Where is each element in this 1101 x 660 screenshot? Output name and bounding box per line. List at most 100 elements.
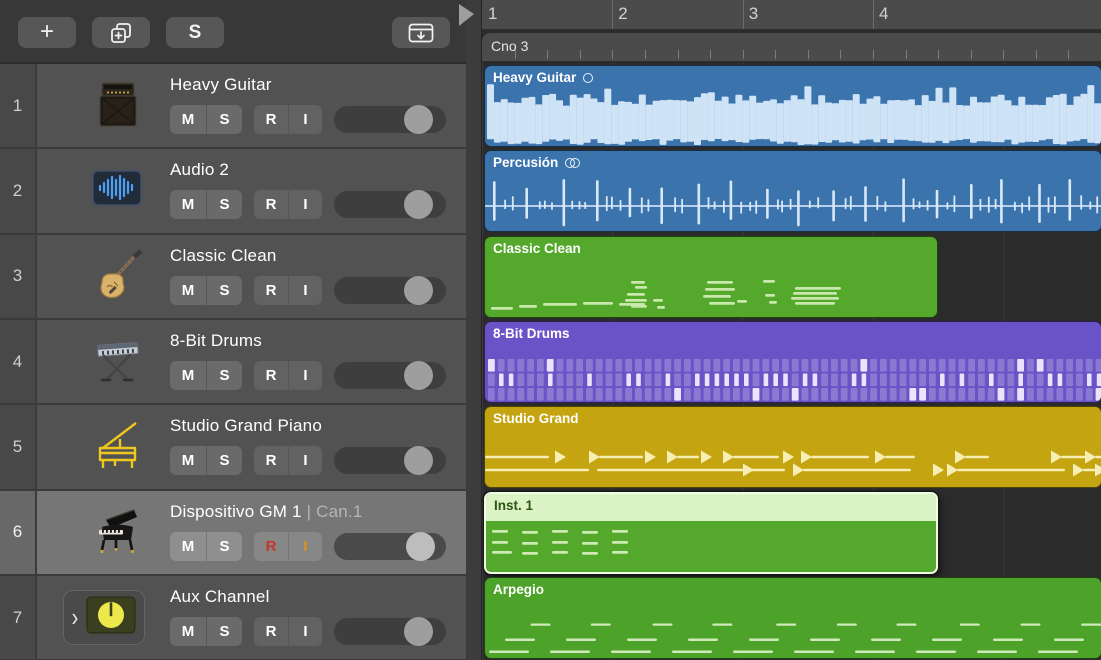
volume-knob[interactable] [404,105,433,134]
track-header-toolbar: + S [0,0,466,64]
track-header-4[interactable]: 4 8-Bit Drums M S R I [0,320,466,405]
input-monitor-button[interactable]: I [288,105,322,134]
record-enable-button[interactable]: R [254,105,288,134]
track-header-2[interactable]: 2 Audio 2 M S R I [0,149,466,234]
disclosure-chevron-icon[interactable]: › [72,605,79,631]
track-name[interactable]: 8-Bit Drums [170,331,262,351]
mute-button[interactable]: M [170,361,206,390]
track-header-config-button[interactable] [392,17,450,48]
record-enable-button[interactable]: R [254,190,288,219]
mute-button[interactable]: M [170,446,206,475]
track-icon [88,235,146,318]
volume-knob[interactable] [404,446,433,475]
region-arpegio[interactable]: Arpegio [484,577,1101,659]
volume-knob[interactable] [406,532,435,561]
region-8-bit-drums[interactable]: 8-Bit Drums [484,321,1101,403]
volume-slider[interactable] [334,362,446,389]
record-enable-button[interactable]: R [254,446,288,475]
track-header-3[interactable]: 3 Classic Clean M S R I [0,235,466,320]
track-header-6[interactable]: 6 Dispositivo GM 1 | Can.1 M S R I [0,491,466,576]
region-studio-grand[interactable]: Studio Grand [484,406,1101,488]
track-name[interactable]: Dispositivo GM 1 | Can.1 [170,502,363,522]
volume-knob[interactable] [404,276,433,305]
add-track-button[interactable]: + [18,17,76,48]
region-name: Heavy Guitar [493,70,593,85]
duplicate-track-button[interactable] [92,17,150,48]
marker-label: Cno 3 [491,38,528,54]
playhead-marker-icon[interactable] [459,4,474,26]
panel-divider[interactable] [466,0,481,660]
mute-button[interactable]: M [170,532,206,561]
marker-row[interactable]: Cno 3 [482,33,1101,62]
volume-knob[interactable] [404,617,433,646]
region-heavy-guitar[interactable]: Heavy Guitar [484,65,1101,147]
track-controls: M S R I [170,105,446,134]
plus-icon: + [40,20,54,44]
input-monitor-button[interactable]: I [288,276,322,305]
track-name[interactable]: Heavy Guitar [170,75,272,95]
record-enable-button[interactable]: R [254,276,288,305]
volume-knob[interactable] [404,361,433,390]
volume-slider[interactable] [334,533,446,560]
mute-button[interactable]: M [170,276,206,305]
track-name[interactable]: Studio Grand Piano [170,416,322,436]
record-enable-button[interactable]: R [254,617,288,646]
solo-button[interactable]: S [206,617,242,646]
region-inst-1[interactable]: Inst. 1 [484,492,938,574]
track-name[interactable]: Audio 2 [170,160,229,180]
volume-slider[interactable] [334,106,446,133]
input-monitor-button[interactable]: I [288,617,322,646]
region-header-band [486,494,936,521]
bar-numbers-row[interactable]: 1234 [482,0,1101,31]
beat-tick [580,50,581,59]
record-enable-button[interactable]: R [254,361,288,390]
solo-button[interactable]: S [206,105,242,134]
volume-knob[interactable] [404,190,433,219]
beat-tick [547,50,548,59]
region-name: 8-Bit Drums [493,326,570,341]
library-button[interactable]: S [166,17,224,48]
solo-button[interactable]: S [206,190,242,219]
region-classic-clean[interactable]: Classic Clean [484,236,938,318]
jazz-guitar-icon [90,247,144,306]
track-name[interactable]: Aux Channel [170,587,270,607]
solo-button[interactable]: S [206,361,242,390]
volume-slider[interactable] [334,277,446,304]
beat-tick [873,50,874,59]
track-controls: M S R I [170,617,446,646]
track-header-7[interactable]: 7 › Aux Channel M S R I [0,576,466,660]
track-icon [88,320,146,403]
volume-slider[interactable] [334,191,446,218]
region-percusi-n[interactable]: Percusión [484,150,1101,232]
solo-button[interactable]: S [206,446,242,475]
beat-tick [906,50,907,59]
region-name: Classic Clean [493,241,581,256]
track-header-5[interactable]: 5 Studio Grand Piano M S R I [0,405,466,490]
region-name: Inst. 1 [494,498,533,513]
beat-tick [938,50,939,59]
beat-tick [1068,50,1069,59]
input-monitor-button[interactable]: I [288,361,322,390]
solo-button[interactable]: S [206,532,242,561]
bar-ruler[interactable]: 1234 Cno 3 [482,0,1101,62]
bar-number: 4 [879,4,888,24]
mute-button[interactable]: M [170,105,206,134]
volume-slider[interactable] [334,618,446,645]
bar-gridline [612,0,613,31]
input-monitor-button[interactable]: I [288,190,322,219]
track-icon [88,491,146,574]
input-monitor-button[interactable]: I [288,532,322,561]
mute-button[interactable]: M [170,190,206,219]
input-monitor-button[interactable]: I [288,446,322,475]
solo-button[interactable]: S [206,276,242,305]
mute-button[interactable]: M [170,617,206,646]
aux-disclosure-group[interactable]: › [63,590,146,645]
track-number: 2 [0,149,37,232]
bar-number: 1 [488,4,497,24]
track-name[interactable]: Classic Clean [170,246,277,266]
record-enable-button[interactable]: R [254,532,288,561]
track-header-1[interactable]: 1 Heavy Guitar M S R I [0,64,466,149]
bar-gridline [873,0,874,31]
track-controls: M S R I [170,276,446,305]
volume-slider[interactable] [334,447,446,474]
